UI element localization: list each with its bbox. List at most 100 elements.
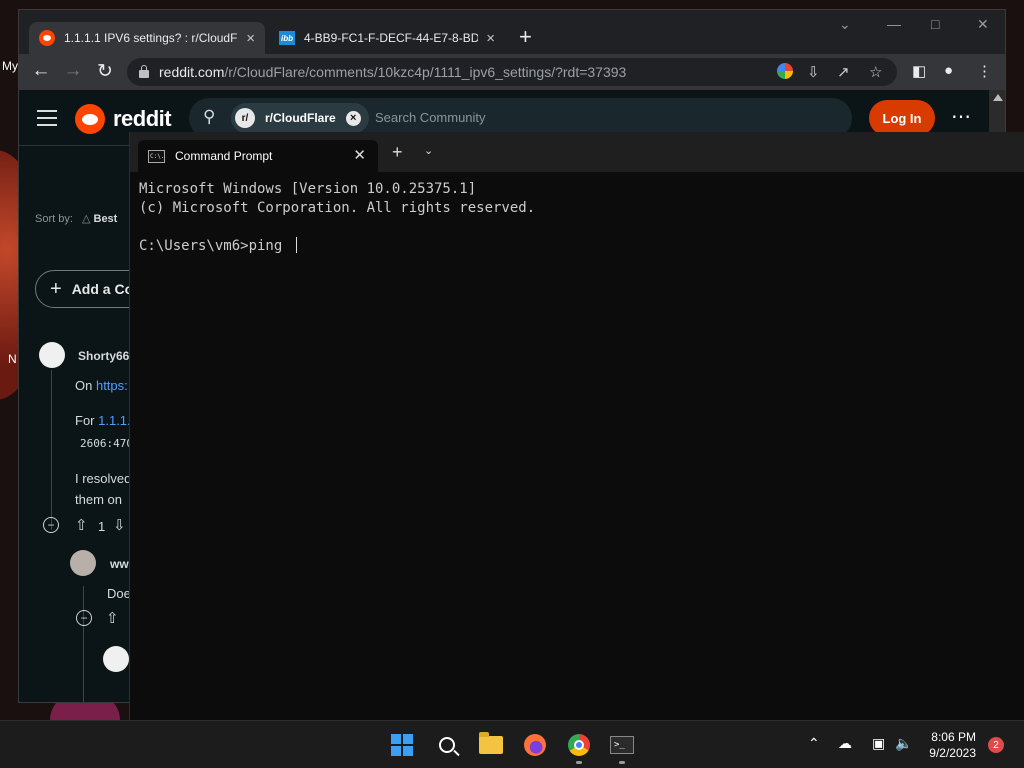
back-arrow-icon[interactable]: ← bbox=[29, 60, 53, 82]
vote-count: 1 bbox=[98, 519, 106, 534]
desktop-icon-label-2[interactable]: N bbox=[8, 352, 17, 366]
clock-date: 9/2/2023 bbox=[929, 746, 976, 760]
scroll-up-arrow-icon[interactable] bbox=[993, 94, 1003, 101]
address-bar[interactable]: reddit.com/r/CloudFlare/comments/10kzc4p… bbox=[127, 58, 897, 86]
tab-search-chevron-icon[interactable]: ⌄ bbox=[839, 16, 851, 33]
running-indicator bbox=[576, 761, 582, 764]
search-placeholder: Search Community bbox=[375, 110, 486, 125]
avatar[interactable] bbox=[70, 550, 96, 576]
file-explorer-button[interactable] bbox=[479, 732, 503, 757]
sort-rocket-icon: △ bbox=[81, 213, 91, 225]
terminal-prompt: C:\Users\vm6>ping bbox=[139, 238, 291, 254]
search-button[interactable] bbox=[435, 733, 459, 757]
sort-by[interactable]: Sort by: △ Best bbox=[35, 212, 117, 225]
share-icon[interactable]: ↗ bbox=[837, 63, 850, 81]
comment-text: I resolved bbox=[75, 471, 132, 486]
forward-arrow-icon[interactable]: → bbox=[61, 60, 85, 82]
avatar[interactable] bbox=[103, 646, 129, 672]
new-terminal-tab-icon[interactable]: + bbox=[392, 142, 403, 163]
collapse-thread-icon[interactable]: − bbox=[43, 517, 59, 533]
sort-value: Best bbox=[93, 213, 118, 225]
chevron-down-icon[interactable]: ⌄ bbox=[424, 144, 433, 157]
chevron-up-icon[interactable]: ⌃ bbox=[808, 735, 820, 752]
thread-line[interactable] bbox=[51, 370, 52, 530]
more-options-icon[interactable]: ⋯ bbox=[951, 104, 971, 129]
taskbar: >_ ⌃ ☁ ▣ 🔈 8:06 PM 9/2/2023 2 bbox=[0, 720, 1024, 768]
side-panel-icon[interactable]: ◧ bbox=[912, 62, 926, 80]
text-cursor bbox=[295, 237, 297, 253]
search-icon: ⚲ bbox=[203, 107, 216, 126]
chip-close-icon[interactable]: × bbox=[345, 110, 361, 126]
terminal-prompt-line: C:\Users\vm6>ping bbox=[139, 237, 535, 256]
hamburger-menu-icon[interactable] bbox=[37, 110, 57, 126]
comment-text: For 1.1.1. bbox=[75, 413, 131, 428]
terminal-line: (c) Microsoft Corporation. All rights re… bbox=[139, 200, 536, 216]
desktop-icon-label[interactable]: My bbox=[2, 59, 18, 73]
chrome-button[interactable] bbox=[567, 733, 591, 757]
reddit-logo-icon[interactable] bbox=[75, 104, 105, 134]
tab-title: 4-BB9-FC1-F-DECF-44-E7-8-BD8 bbox=[304, 31, 479, 45]
collapse-thread-icon[interactable]: − bbox=[76, 610, 92, 626]
install-icon[interactable]: ⇩ bbox=[807, 63, 820, 81]
tab-strip: 1.1.1.1 IPV6 settings? : r/CloudFlare × … bbox=[19, 10, 1005, 54]
subreddit-chip[interactable]: r/ r/CloudFlare × bbox=[231, 103, 369, 133]
tab-close-icon[interactable]: × bbox=[246, 30, 255, 47]
new-tab-button[interactable]: + bbox=[519, 24, 532, 50]
search-icon bbox=[439, 737, 455, 753]
windows-logo-icon bbox=[391, 734, 413, 756]
clock-time: 8:06 PM bbox=[931, 730, 976, 744]
url-host: reddit.com bbox=[159, 64, 225, 80]
browser-tab-reddit[interactable]: 1.1.1.1 IPV6 settings? : r/CloudFlare × bbox=[29, 22, 265, 54]
browser-tab-ibb[interactable]: ibb 4-BB9-FC1-F-DECF-44-E7-8-BD8 × bbox=[269, 22, 505, 54]
tab-close-icon[interactable]: × bbox=[486, 30, 495, 47]
url-path: /r/CloudFlare/comments/10kzc4p/1111_ipv6… bbox=[224, 64, 627, 80]
google-icon[interactable] bbox=[777, 63, 793, 79]
running-indicator bbox=[619, 761, 625, 764]
sort-prefix: Sort by: bbox=[35, 213, 73, 225]
terminal-output[interactable]: Microsoft Windows [Version 10.0.25375.1]… bbox=[139, 180, 535, 256]
folder-icon bbox=[479, 732, 503, 754]
reload-icon[interactable]: ↻ bbox=[93, 60, 117, 83]
cloud-off-icon[interactable]: ☁ bbox=[838, 735, 852, 752]
network-icon[interactable]: ▣ bbox=[872, 735, 885, 752]
subreddit-icon: r/ bbox=[235, 108, 255, 128]
close-window-icon[interactable]: ✕ bbox=[977, 16, 989, 33]
comment-author[interactable]: ww bbox=[110, 557, 129, 571]
clock[interactable]: 8:06 PM 9/2/2023 bbox=[900, 729, 976, 761]
chrome-icon bbox=[568, 734, 590, 756]
notification-badge[interactable]: 2 bbox=[988, 737, 1004, 753]
firefox-icon bbox=[524, 734, 546, 756]
menu-kebab-icon[interactable]: ⋮ bbox=[977, 62, 992, 80]
ibb-favicon-icon: ibb bbox=[279, 31, 295, 45]
maximize-icon[interactable]: □ bbox=[931, 16, 939, 32]
tab-title: 1.1.1.1 IPV6 settings? : r/CloudFlare bbox=[64, 31, 239, 45]
upvote-icon[interactable]: ⇧ bbox=[106, 609, 119, 627]
reddit-wordmark[interactable]: reddit bbox=[113, 106, 172, 132]
terminal-titlebar: C:\. Command Prompt ✕ + ⌄ bbox=[130, 132, 1024, 172]
browser-toolbar: ← → ↻ reddit.com/r/CloudFlare/comments/1… bbox=[19, 54, 1005, 90]
add-comment-label: Add a Co bbox=[71, 281, 134, 297]
firefox-button[interactable] bbox=[523, 733, 547, 757]
start-button[interactable] bbox=[390, 733, 414, 757]
cmd-icon: C:\. bbox=[148, 149, 165, 163]
command-prompt-window[interactable]: C:\. Command Prompt ✕ + ⌄ Microsoft Wind… bbox=[129, 132, 1024, 720]
terminal-line: Microsoft Windows [Version 10.0.25375.1] bbox=[139, 181, 477, 197]
upvote-icon[interactable]: ⇧ bbox=[75, 516, 88, 534]
subreddit-chip-label: r/CloudFlare bbox=[265, 111, 336, 125]
thread-line[interactable] bbox=[83, 586, 84, 702]
bookmark-star-icon[interactable]: ☆ bbox=[869, 63, 882, 81]
lock-icon[interactable] bbox=[139, 65, 149, 78]
comment-link[interactable]: https: bbox=[96, 378, 128, 393]
terminal-tab[interactable]: C:\. Command Prompt ✕ bbox=[138, 140, 378, 172]
comment-text: On https: bbox=[75, 378, 128, 393]
reddit-favicon-icon bbox=[39, 30, 55, 46]
terminal-button[interactable]: >_ bbox=[610, 733, 634, 757]
login-button[interactable]: Log In bbox=[869, 100, 935, 136]
downvote-icon[interactable]: ⇩ bbox=[113, 516, 126, 534]
comment-link[interactable]: 1.1.1. bbox=[98, 413, 131, 428]
minimize-icon[interactable]: — bbox=[887, 16, 901, 32]
avatar[interactable] bbox=[39, 342, 65, 368]
comment-author[interactable]: Shorty66 bbox=[78, 349, 129, 363]
close-tab-icon[interactable]: ✕ bbox=[353, 146, 366, 164]
profile-icon[interactable]: ● bbox=[944, 62, 953, 79]
